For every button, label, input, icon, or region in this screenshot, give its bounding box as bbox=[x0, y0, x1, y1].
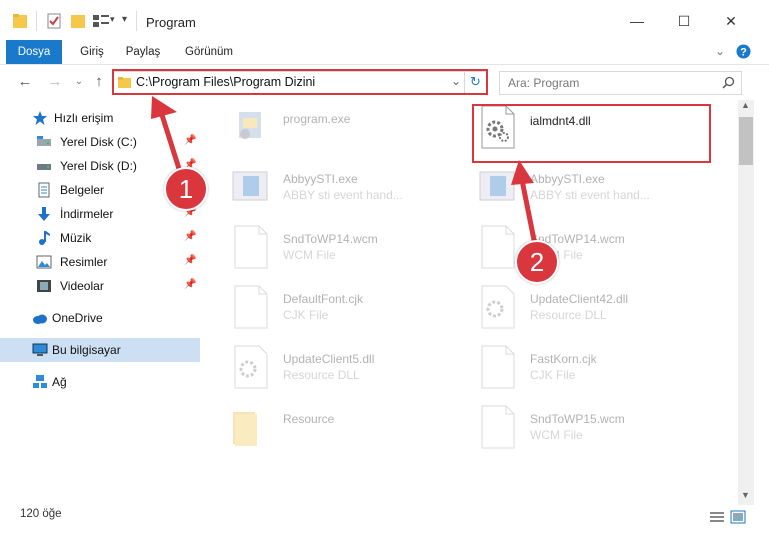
arrow-line bbox=[519, 179, 538, 246]
arrow-head bbox=[511, 160, 534, 185]
callout-badge-2: 2 bbox=[515, 240, 559, 284]
callout-arrows bbox=[151, 96, 538, 246]
arrow-line bbox=[159, 114, 184, 176]
callout-badge-1: 1 bbox=[164, 167, 208, 211]
